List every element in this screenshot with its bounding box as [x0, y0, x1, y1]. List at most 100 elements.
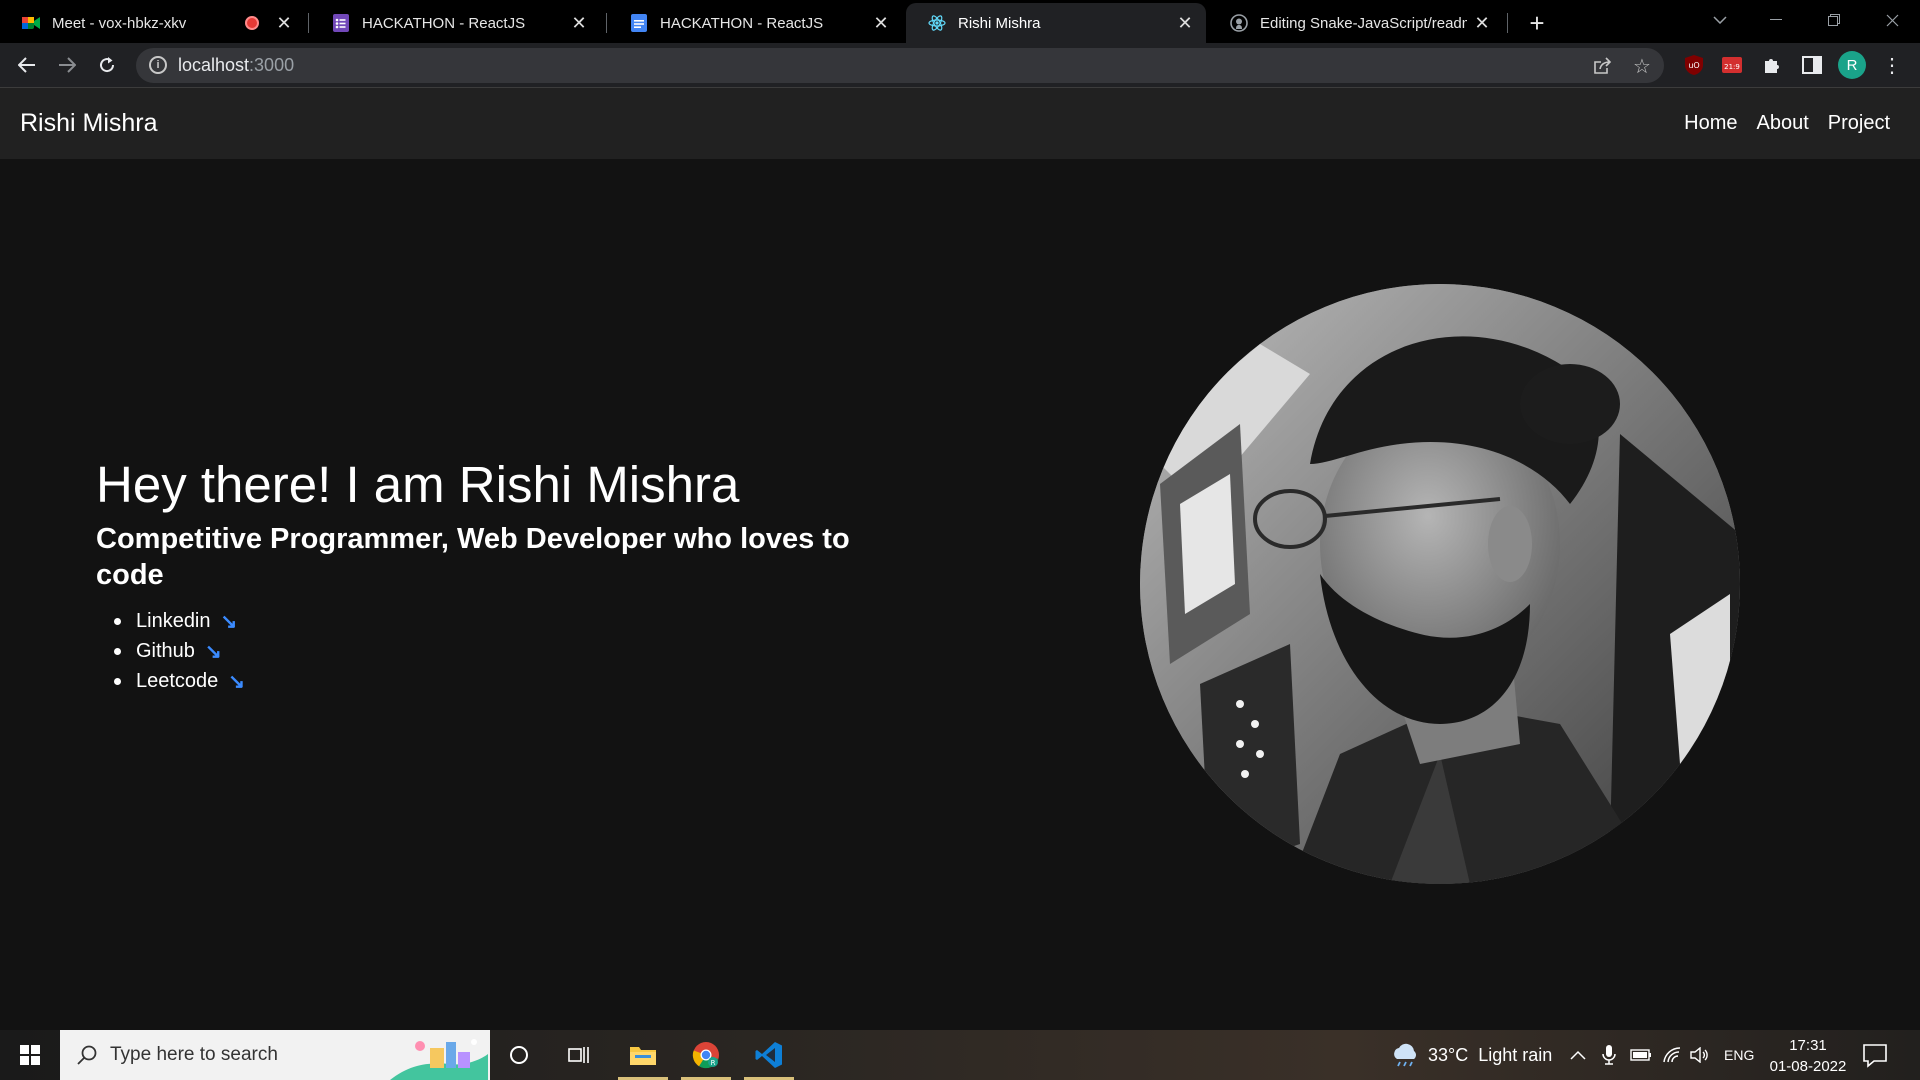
list-item-github[interactable]: Github ↘: [114, 636, 245, 666]
microphone-icon[interactable]: [1602, 1030, 1616, 1080]
url-text[interactable]: localhost:3000: [178, 55, 294, 76]
task-view-button[interactable]: [550, 1030, 608, 1080]
bookmark-star-icon[interactable]: ☆: [1630, 54, 1654, 78]
weather-temp: 33°C: [1428, 1044, 1469, 1065]
weather-condition: Light rain: [1478, 1044, 1553, 1065]
google-meet-icon: [22, 14, 40, 32]
search-icon: [77, 1045, 97, 1065]
close-window-button[interactable]: [1864, 0, 1920, 40]
browser-tab-strip: Meet - vox-hbkz-xkv ✕ HACKATHON - ReactJ…: [0, 0, 1920, 43]
site-nav-links: Home About Project: [1684, 112, 1890, 135]
search-placeholder: Type here to search: [110, 1044, 278, 1065]
site-info-icon[interactable]: i: [149, 56, 167, 74]
forward-arrow-icon: [59, 57, 76, 73]
wifi-icon[interactable]: [1662, 1030, 1682, 1080]
back-arrow-icon: [18, 57, 35, 73]
profile-photo: [1140, 284, 1740, 884]
list-item-leetcode[interactable]: Leetcode ↘: [114, 666, 245, 696]
windows-taskbar: Type here to search R 33°C Light rain EN…: [0, 1030, 1920, 1080]
file-explorer-icon: [630, 1047, 656, 1065]
tab-title: HACKATHON - ReactJS: [660, 14, 824, 32]
cortana-circle-icon: [510, 1046, 528, 1064]
nav-link-about[interactable]: About: [1756, 112, 1808, 135]
task-view-icon: [568, 1047, 589, 1063]
close-tab-icon[interactable]: ✕: [570, 13, 588, 34]
reload-icon: [100, 57, 115, 73]
leetcode-link[interactable]: Leetcode: [136, 670, 218, 693]
tab-divider: [606, 13, 607, 33]
site-brand[interactable]: Rishi Mishra: [20, 109, 158, 138]
chrome-button[interactable]: R: [677, 1030, 735, 1080]
new-tab-button[interactable]: +: [1520, 6, 1554, 40]
cloud-rain-icon: [1394, 1043, 1416, 1067]
weather-widget[interactable]: 33°C Light rain: [1390, 1030, 1552, 1080]
tab-github-editing[interactable]: Editing Snake-JavaScript/readme ✕: [1208, 3, 1503, 43]
url-port: :3000: [249, 55, 295, 75]
site-navbar: Rishi Mishra Home About Project: [0, 88, 1920, 159]
arrow-down-right-icon: ↘: [204, 640, 222, 663]
forward-button[interactable]: [51, 49, 83, 81]
google-docs-icon: [630, 14, 648, 32]
tab-divider: [308, 13, 309, 33]
arrow-down-right-icon: ↘: [228, 670, 246, 693]
windows-logo-icon: [20, 1045, 40, 1065]
tab-title: Rishi Mishra: [958, 14, 1041, 32]
svg-text:R: R: [711, 1059, 716, 1067]
notifications-icon[interactable]: [1862, 1042, 1888, 1068]
browser-toolbar: i localhost:3000 ☆ uO 21:9 R ⋮: [0, 43, 1920, 88]
hero-subtitle: Competitive Programmer, Web Developer wh…: [96, 523, 850, 591]
list-item-linkedin[interactable]: Linkedin ↘: [114, 606, 245, 636]
clock-date: 01-08-2022: [1769, 1058, 1847, 1075]
reload-button[interactable]: [91, 49, 123, 81]
cortana-button[interactable]: [490, 1030, 548, 1080]
volume-icon[interactable]: [1690, 1030, 1710, 1080]
tab-title: Editing Snake-JavaScript/readme: [1260, 14, 1467, 32]
battery-icon[interactable]: [1630, 1030, 1652, 1080]
start-button[interactable]: [0, 1030, 60, 1080]
clock-time: 17:31: [1789, 1037, 1827, 1054]
aspect-ratio-extension-icon[interactable]: 21:9: [1719, 52, 1745, 78]
restore-window-button[interactable]: [1806, 0, 1862, 40]
nav-link-home[interactable]: Home: [1684, 112, 1737, 135]
back-button[interactable]: [11, 49, 43, 81]
vscode-button[interactable]: [740, 1030, 798, 1080]
tab-title: Meet - vox-hbkz-xkv: [52, 14, 187, 32]
github-icon: [1230, 14, 1248, 32]
google-forms-icon: [332, 14, 350, 32]
input-language[interactable]: ENG: [1724, 1030, 1754, 1080]
web-page: Rishi Mishra Home About Project Hey ther…: [0, 88, 1920, 1030]
tab-divider: [1507, 13, 1508, 33]
tab-title: HACKATHON - ReactJS: [362, 14, 526, 32]
browser-menu-icon[interactable]: ⋮: [1882, 52, 1902, 78]
recording-icon: [245, 16, 259, 30]
close-tab-icon[interactable]: ✕: [275, 13, 293, 34]
close-tab-icon[interactable]: ✕: [1473, 13, 1491, 34]
tab-meet[interactable]: Meet - vox-hbkz-xkv ✕: [0, 3, 305, 43]
react-icon: [928, 14, 946, 32]
show-hidden-icons-chevron-icon[interactable]: [1570, 1030, 1586, 1080]
ublock-extension-icon[interactable]: uO: [1681, 52, 1707, 78]
tab-hackathon-docs[interactable]: HACKATHON - ReactJS ✕: [608, 3, 902, 43]
hero-title: Hey there! I am Rishi Mishra: [96, 456, 740, 513]
linkedin-link[interactable]: Linkedin: [136, 610, 211, 633]
file-explorer-button[interactable]: [614, 1030, 672, 1080]
taskbar-search[interactable]: Type here to search: [60, 1030, 490, 1080]
system-clock[interactable]: 17:31 01-08-2022: [1758, 1035, 1858, 1077]
close-tab-icon[interactable]: ✕: [1176, 13, 1194, 34]
extension-badge-text: 21:9: [1724, 63, 1740, 71]
minimize-window-button[interactable]: [1748, 0, 1804, 40]
tab-search-chevron-icon[interactable]: [1692, 0, 1748, 40]
profile-avatar[interactable]: R: [1838, 51, 1866, 79]
social-links-list: Linkedin ↘ Github ↘ Leetcode ↘: [114, 606, 245, 696]
vscode-icon: [755, 1042, 782, 1068]
share-icon[interactable]: [1590, 54, 1614, 78]
side-panel-icon[interactable]: [1799, 52, 1825, 78]
search-highlight-illustration: [390, 1039, 488, 1080]
tab-hackathon-forms[interactable]: HACKATHON - ReactJS ✕: [310, 3, 600, 43]
close-tab-icon[interactable]: ✕: [872, 13, 890, 34]
github-link[interactable]: Github: [136, 640, 195, 663]
nav-link-project[interactable]: Project: [1828, 112, 1890, 135]
extensions-puzzle-icon[interactable]: [1759, 52, 1785, 78]
tab-rishi-mishra[interactable]: Rishi Mishra ✕: [906, 3, 1206, 43]
address-bar[interactable]: i localhost:3000 ☆: [136, 48, 1664, 83]
